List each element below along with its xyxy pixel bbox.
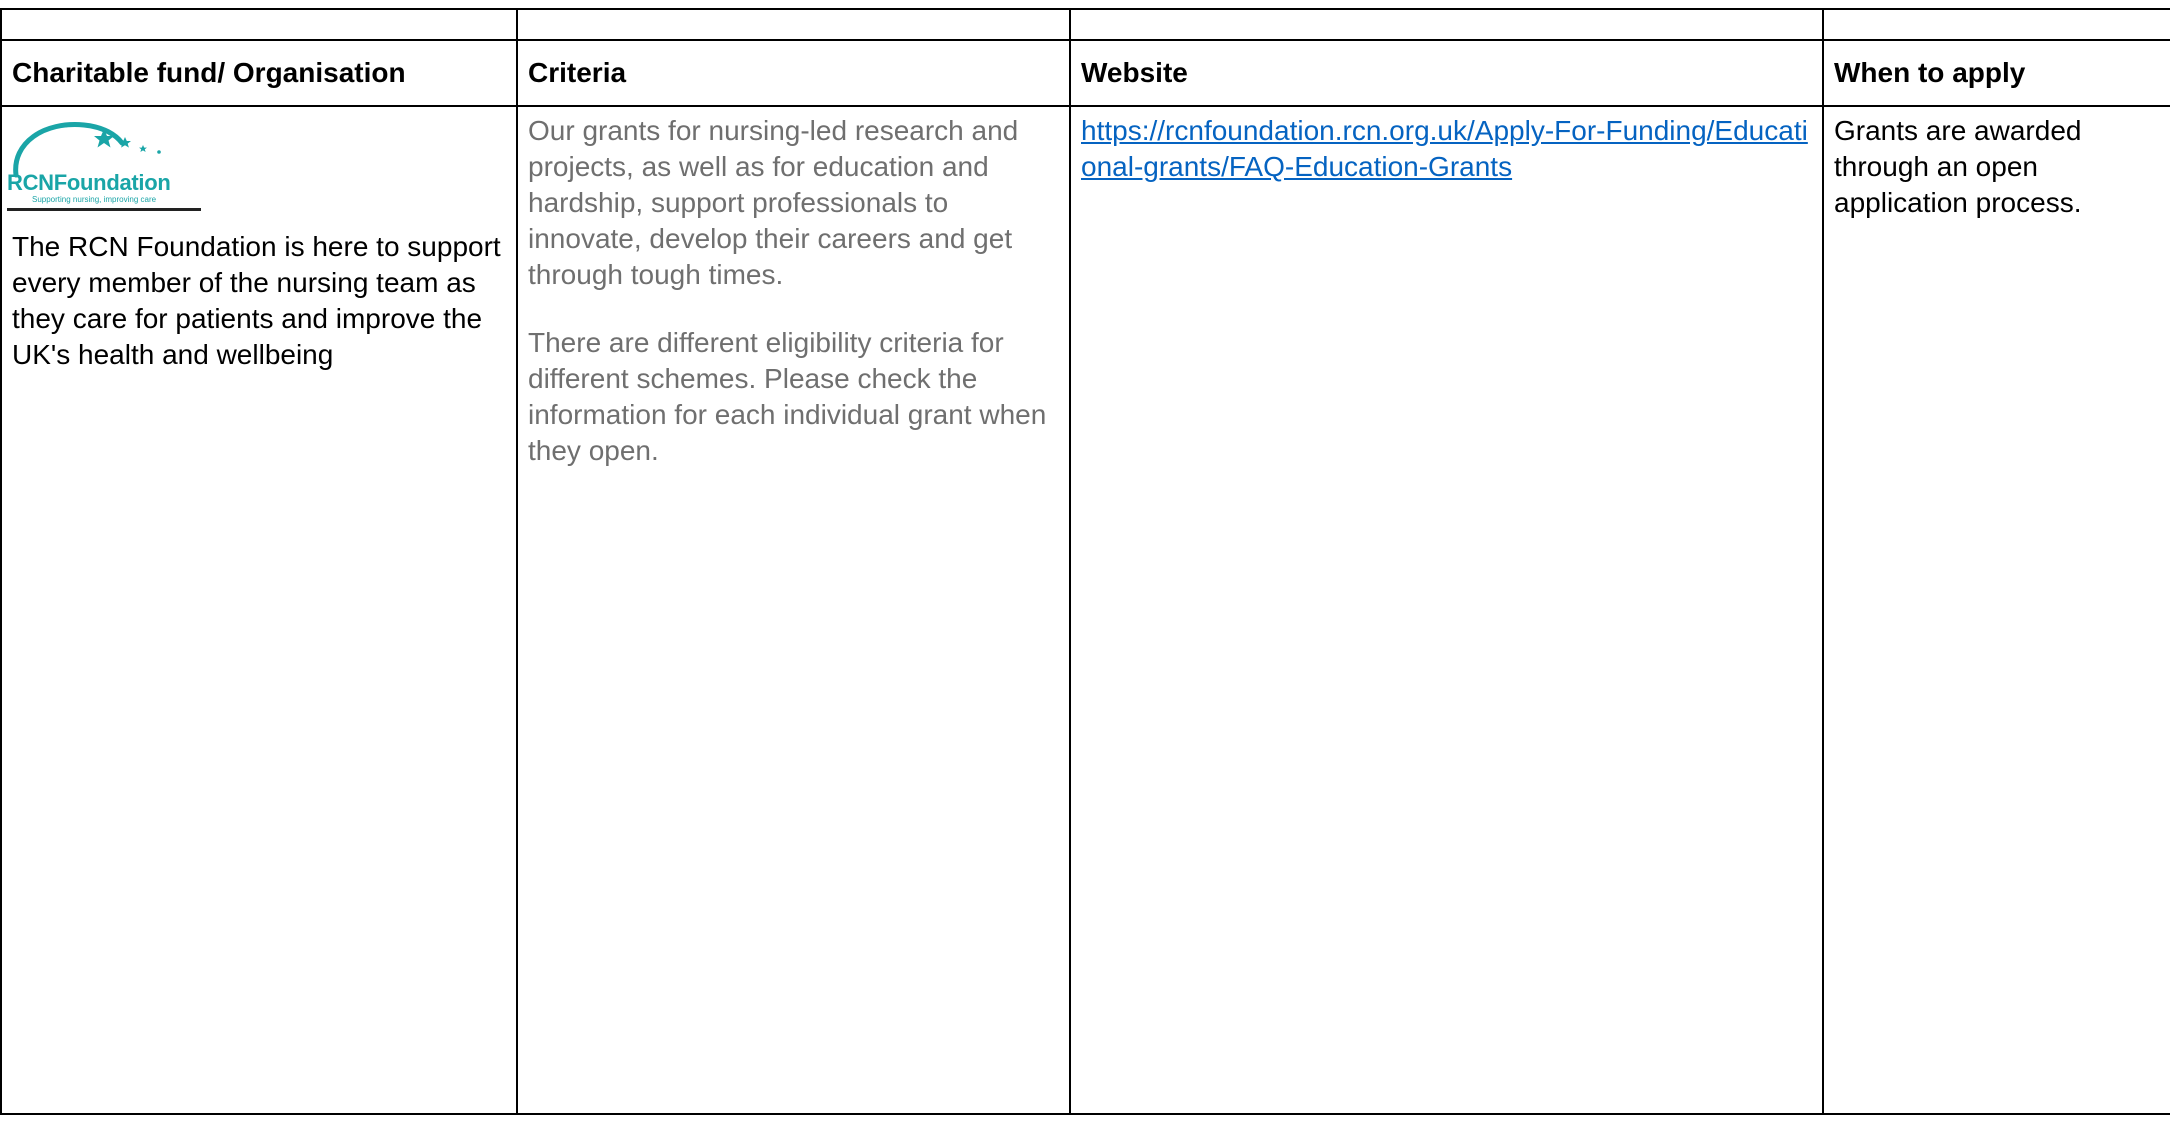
table-row: RCNFoundation Supporting nursing, improv… [0,105,2170,1115]
logo-underline [7,208,201,211]
spacer-cell [1822,8,2170,41]
organisation-description: The RCN Foundation is here to support ev… [12,231,501,370]
header-website: Website [1069,39,1824,107]
when-to-apply-cell: Grants are awarded through an open appli… [1822,105,2170,1115]
criteria-paragraph: Our grants for nursing-led research and … [528,115,1019,290]
table-header-row: Charitable fund/ Organisation Criteria W… [0,39,2170,107]
criteria-paragraph: There are different eligibility criteria… [528,327,1047,466]
rcn-foundation-logo: RCNFoundation Supporting nursing, improv… [4,113,202,211]
website-cell: https://rcnfoundation.rcn.org.uk/Apply-F… [1069,105,1824,1115]
header-criteria: Criteria [516,39,1071,107]
organisation-cell: RCNFoundation Supporting nursing, improv… [0,105,518,1115]
table-spacer-row [0,8,2170,41]
website-link[interactable]: https://rcnfoundation.rcn.org.uk/Apply-F… [1081,115,1808,182]
spacer-cell [0,8,518,41]
funding-table: Charitable fund/ Organisation Criteria W… [0,8,2170,1115]
logo-tagline: Supporting nursing, improving care [32,195,157,204]
criteria-cell: Our grants for nursing-led research and … [516,105,1071,1115]
header-when-to-apply: When to apply [1822,39,2170,107]
spacer-cell [1069,8,1824,41]
header-organisation: Charitable fund/ Organisation [0,39,518,107]
logo-name: RCNFoundation [7,170,171,195]
spacer-cell [516,8,1071,41]
